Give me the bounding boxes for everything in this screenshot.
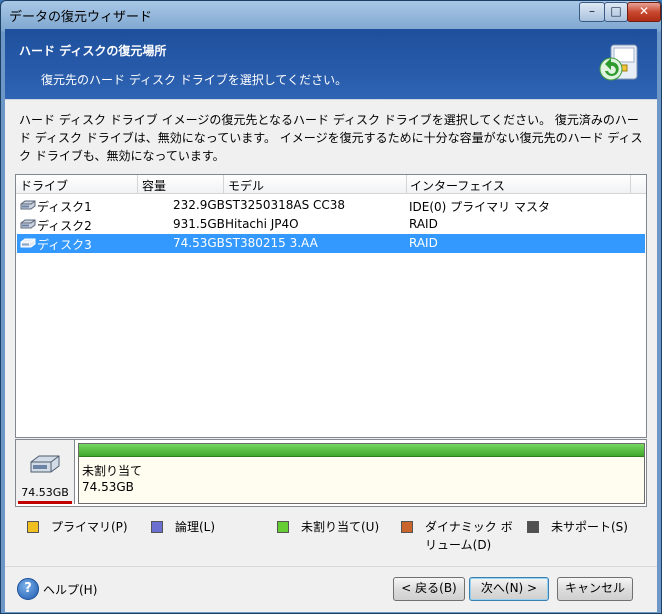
description-text: ハード ディスク ドライブ イメージの復元先となるハード ディスク ドライブを選… — [19, 113, 643, 163]
title-bar[interactable]: データの復元ウィザード – □ ✕ — [1, 1, 661, 29]
next-button[interactable]: 次へ(N) > — [469, 577, 549, 601]
drive-list[interactable]: ドライブ 容量 モデル インターフェイス ディスク1 232.9GB ST325… — [15, 174, 647, 438]
column-divider[interactable] — [406, 175, 407, 193]
disk-restore-icon — [599, 44, 638, 81]
drive-name: ディスク3 — [37, 238, 92, 252]
hard-disk-icon — [30, 455, 60, 473]
drive-row-selected[interactable]: ディスク3 74.53GB ST380215 3.AA RAID — [17, 234, 645, 253]
drive-interface: IDE(0) プライマリ マスタ — [409, 200, 550, 214]
column-divider[interactable] — [223, 175, 224, 193]
disk-indicator-bar — [18, 501, 72, 504]
drive-interface: RAID — [409, 236, 438, 250]
minimize-button[interactable]: – — [579, 2, 605, 22]
hard-disk-icon — [20, 238, 36, 248]
partition-size: 74.53GB — [82, 480, 134, 494]
unsupported-swatch — [527, 521, 539, 533]
wizard-header: ハード ディスクの復元場所 復元先のハード ディスク ドライブを選択してください… — [5, 29, 657, 99]
column-divider[interactable] — [630, 175, 631, 193]
drive-capacity: 931.5GB — [173, 217, 225, 231]
legend-label: 論理(L) — [175, 520, 216, 534]
drive-name: ディスク1 — [37, 200, 92, 214]
header-title: ハード ディスクの復元場所 — [19, 44, 167, 58]
help-label: ヘルプ(H) — [43, 583, 98, 597]
drive-model: ST380215 3.AA — [225, 236, 318, 250]
column-header-model[interactable]: モデル — [228, 177, 264, 194]
drive-capacity: 74.53GB — [173, 236, 225, 250]
disk-size: 74.53GB — [21, 486, 69, 499]
footer-divider — [5, 566, 657, 567]
drive-capacity: 232.9GB — [173, 198, 225, 212]
header-subtitle: 復元先のハード ディスク ドライブを選択してください。 — [41, 73, 348, 87]
maximize-button[interactable]: □ — [604, 2, 628, 22]
disk-map: 74.53GB 未割り当て 74.53GB — [15, 439, 647, 507]
disk-summary[interactable]: 74.53GB — [16, 440, 75, 504]
close-icon: ✕ — [638, 4, 650, 18]
column-divider[interactable] — [137, 175, 138, 193]
minimize-icon: – — [589, 4, 595, 18]
cancel-button[interactable]: キャンセル — [557, 577, 633, 601]
drive-model: ST3250318AS CC38 — [225, 198, 346, 212]
help-icon: ? — [17, 578, 39, 600]
unallocated-swatch — [277, 521, 289, 533]
hard-disk-icon — [20, 200, 36, 210]
maximize-icon: □ — [610, 4, 622, 18]
wizard-content: ハード ディスク ドライブ イメージの復元先となるハード ディスク ドライブを選… — [5, 99, 657, 612]
drive-row[interactable]: ディスク2 931.5GB Hitachi JP4O RAID — [17, 215, 645, 234]
wizard-window: データの復元ウィザード – □ ✕ ハード ディスクの復元場所 復元先のハード … — [0, 0, 662, 614]
column-header-drive[interactable]: ドライブ — [20, 177, 68, 194]
list-header: ドライブ 容量 モデル インターフェイス — [16, 175, 646, 194]
hard-disk-icon — [20, 219, 36, 229]
dynamic-volume-swatch — [401, 521, 413, 533]
drive-model: Hitachi JP4O — [225, 217, 299, 231]
drive-interface: RAID — [409, 217, 438, 231]
column-header-interface[interactable]: インターフェイス — [410, 177, 505, 194]
drive-row[interactable]: ディスク1 232.9GB ST3250318AS CC38 IDE(0) プラ… — [17, 196, 645, 215]
partition-unallocated[interactable]: 未割り当て 74.53GB — [78, 443, 645, 504]
partition-color-bar — [79, 444, 644, 457]
close-button[interactable]: ✕ — [627, 2, 661, 22]
column-header-capacity[interactable]: 容量 — [142, 177, 166, 194]
legend-label: 未サポート(S) — [551, 520, 628, 534]
partition-label: 未割り当て — [82, 464, 143, 478]
legend-label: リューム(D) — [425, 538, 492, 552]
legend-label: ダイナミック ボ — [425, 520, 513, 534]
legend-label: プライマリ(P) — [51, 520, 128, 534]
window-title: データの復元ウィザード — [9, 10, 153, 25]
legend-label: 未割り当て(U) — [301, 520, 380, 534]
drive-name: ディスク2 — [37, 219, 92, 233]
back-button[interactable]: < 戻る(B) — [393, 577, 465, 601]
logical-swatch — [151, 521, 163, 533]
primary-swatch — [27, 521, 39, 533]
